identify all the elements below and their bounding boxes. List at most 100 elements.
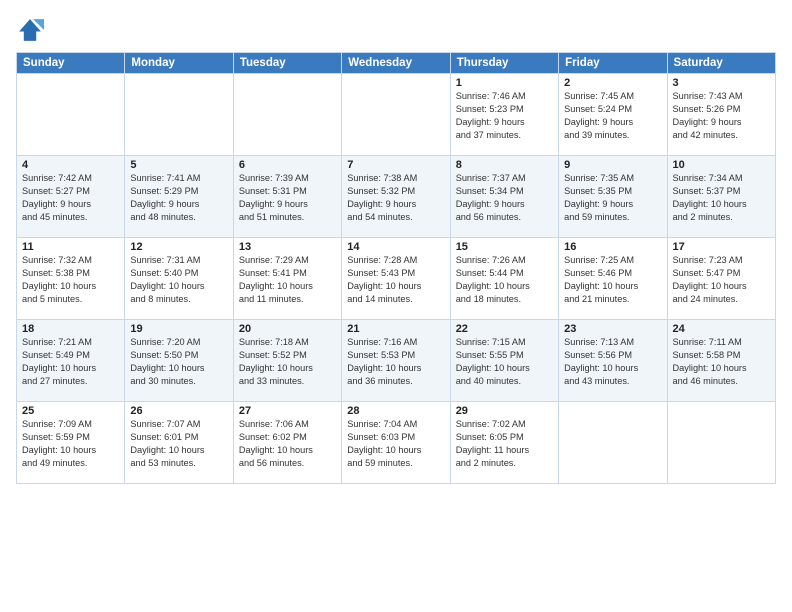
day-info: Sunrise: 7:45 AMSunset: 5:24 PMDaylight:…	[564, 90, 661, 142]
calendar-cell: 22Sunrise: 7:15 AMSunset: 5:55 PMDayligh…	[450, 320, 558, 402]
day-info: Sunrise: 7:28 AMSunset: 5:43 PMDaylight:…	[347, 254, 444, 306]
day-number: 15	[456, 241, 553, 253]
logo	[16, 16, 48, 44]
calendar-week-row: 4Sunrise: 7:42 AMSunset: 5:27 PMDaylight…	[17, 156, 776, 238]
calendar-cell: 10Sunrise: 7:34 AMSunset: 5:37 PMDayligh…	[667, 156, 775, 238]
calendar-cell: 8Sunrise: 7:37 AMSunset: 5:34 PMDaylight…	[450, 156, 558, 238]
day-number: 14	[347, 241, 444, 253]
day-number: 19	[130, 323, 227, 335]
calendar-cell: 19Sunrise: 7:20 AMSunset: 5:50 PMDayligh…	[125, 320, 233, 402]
weekday-header-wednesday: Wednesday	[342, 53, 450, 74]
calendar-cell: 23Sunrise: 7:13 AMSunset: 5:56 PMDayligh…	[559, 320, 667, 402]
calendar-cell: 4Sunrise: 7:42 AMSunset: 5:27 PMDaylight…	[17, 156, 125, 238]
calendar-cell: 21Sunrise: 7:16 AMSunset: 5:53 PMDayligh…	[342, 320, 450, 402]
day-info: Sunrise: 7:25 AMSunset: 5:46 PMDaylight:…	[564, 254, 661, 306]
day-info: Sunrise: 7:23 AMSunset: 5:47 PMDaylight:…	[673, 254, 770, 306]
weekday-header-friday: Friday	[559, 53, 667, 74]
day-number: 22	[456, 323, 553, 335]
day-info: Sunrise: 7:13 AMSunset: 5:56 PMDaylight:…	[564, 336, 661, 388]
calendar-cell: 3Sunrise: 7:43 AMSunset: 5:26 PMDaylight…	[667, 74, 775, 156]
calendar-cell: 11Sunrise: 7:32 AMSunset: 5:38 PMDayligh…	[17, 238, 125, 320]
day-info: Sunrise: 7:43 AMSunset: 5:26 PMDaylight:…	[673, 90, 770, 142]
calendar-cell: 13Sunrise: 7:29 AMSunset: 5:41 PMDayligh…	[233, 238, 341, 320]
calendar-cell: 2Sunrise: 7:45 AMSunset: 5:24 PMDaylight…	[559, 74, 667, 156]
day-info: Sunrise: 7:04 AMSunset: 6:03 PMDaylight:…	[347, 418, 444, 470]
day-number: 8	[456, 159, 553, 171]
day-info: Sunrise: 7:34 AMSunset: 5:37 PMDaylight:…	[673, 172, 770, 224]
day-info: Sunrise: 7:41 AMSunset: 5:29 PMDaylight:…	[130, 172, 227, 224]
calendar-table: SundayMondayTuesdayWednesdayThursdayFrid…	[16, 52, 776, 484]
day-info: Sunrise: 7:26 AMSunset: 5:44 PMDaylight:…	[456, 254, 553, 306]
day-info: Sunrise: 7:15 AMSunset: 5:55 PMDaylight:…	[456, 336, 553, 388]
calendar-week-row: 11Sunrise: 7:32 AMSunset: 5:38 PMDayligh…	[17, 238, 776, 320]
page-header	[16, 16, 776, 44]
day-number: 9	[564, 159, 661, 171]
day-number: 10	[673, 159, 770, 171]
weekday-header-tuesday: Tuesday	[233, 53, 341, 74]
calendar-cell	[559, 402, 667, 484]
calendar-cell: 7Sunrise: 7:38 AMSunset: 5:32 PMDaylight…	[342, 156, 450, 238]
day-number: 2	[564, 77, 661, 89]
calendar-cell: 12Sunrise: 7:31 AMSunset: 5:40 PMDayligh…	[125, 238, 233, 320]
weekday-header-sunday: Sunday	[17, 53, 125, 74]
day-info: Sunrise: 7:21 AMSunset: 5:49 PMDaylight:…	[22, 336, 119, 388]
day-number: 26	[130, 405, 227, 417]
calendar-cell	[233, 74, 341, 156]
day-info: Sunrise: 7:20 AMSunset: 5:50 PMDaylight:…	[130, 336, 227, 388]
calendar-cell: 9Sunrise: 7:35 AMSunset: 5:35 PMDaylight…	[559, 156, 667, 238]
day-number: 18	[22, 323, 119, 335]
weekday-header-saturday: Saturday	[667, 53, 775, 74]
day-info: Sunrise: 7:38 AMSunset: 5:32 PMDaylight:…	[347, 172, 444, 224]
day-number: 1	[456, 77, 553, 89]
calendar-cell: 20Sunrise: 7:18 AMSunset: 5:52 PMDayligh…	[233, 320, 341, 402]
day-info: Sunrise: 7:35 AMSunset: 5:35 PMDaylight:…	[564, 172, 661, 224]
day-number: 24	[673, 323, 770, 335]
calendar-cell: 5Sunrise: 7:41 AMSunset: 5:29 PMDaylight…	[125, 156, 233, 238]
calendar-cell: 28Sunrise: 7:04 AMSunset: 6:03 PMDayligh…	[342, 402, 450, 484]
day-info: Sunrise: 7:37 AMSunset: 5:34 PMDaylight:…	[456, 172, 553, 224]
day-number: 12	[130, 241, 227, 253]
day-number: 3	[673, 77, 770, 89]
day-number: 20	[239, 323, 336, 335]
calendar-week-row: 25Sunrise: 7:09 AMSunset: 5:59 PMDayligh…	[17, 402, 776, 484]
calendar-cell: 26Sunrise: 7:07 AMSunset: 6:01 PMDayligh…	[125, 402, 233, 484]
calendar-cell	[667, 402, 775, 484]
day-info: Sunrise: 7:39 AMSunset: 5:31 PMDaylight:…	[239, 172, 336, 224]
calendar-week-row: 18Sunrise: 7:21 AMSunset: 5:49 PMDayligh…	[17, 320, 776, 402]
day-number: 16	[564, 241, 661, 253]
calendar-cell: 17Sunrise: 7:23 AMSunset: 5:47 PMDayligh…	[667, 238, 775, 320]
day-info: Sunrise: 7:29 AMSunset: 5:41 PMDaylight:…	[239, 254, 336, 306]
day-info: Sunrise: 7:09 AMSunset: 5:59 PMDaylight:…	[22, 418, 119, 470]
day-number: 7	[347, 159, 444, 171]
calendar-cell: 14Sunrise: 7:28 AMSunset: 5:43 PMDayligh…	[342, 238, 450, 320]
calendar-cell: 1Sunrise: 7:46 AMSunset: 5:23 PMDaylight…	[450, 74, 558, 156]
day-info: Sunrise: 7:18 AMSunset: 5:52 PMDaylight:…	[239, 336, 336, 388]
weekday-header-thursday: Thursday	[450, 53, 558, 74]
calendar-cell: 24Sunrise: 7:11 AMSunset: 5:58 PMDayligh…	[667, 320, 775, 402]
day-info: Sunrise: 7:16 AMSunset: 5:53 PMDaylight:…	[347, 336, 444, 388]
weekday-header-monday: Monday	[125, 53, 233, 74]
calendar-cell: 6Sunrise: 7:39 AMSunset: 5:31 PMDaylight…	[233, 156, 341, 238]
calendar-cell	[342, 74, 450, 156]
day-number: 23	[564, 323, 661, 335]
day-info: Sunrise: 7:46 AMSunset: 5:23 PMDaylight:…	[456, 90, 553, 142]
calendar-cell: 15Sunrise: 7:26 AMSunset: 5:44 PMDayligh…	[450, 238, 558, 320]
day-info: Sunrise: 7:32 AMSunset: 5:38 PMDaylight:…	[22, 254, 119, 306]
day-number: 5	[130, 159, 227, 171]
day-info: Sunrise: 7:02 AMSunset: 6:05 PMDaylight:…	[456, 418, 553, 470]
calendar-cell: 25Sunrise: 7:09 AMSunset: 5:59 PMDayligh…	[17, 402, 125, 484]
day-info: Sunrise: 7:42 AMSunset: 5:27 PMDaylight:…	[22, 172, 119, 224]
day-number: 29	[456, 405, 553, 417]
calendar-cell: 16Sunrise: 7:25 AMSunset: 5:46 PMDayligh…	[559, 238, 667, 320]
page-container: SundayMondayTuesdayWednesdayThursdayFrid…	[0, 0, 792, 612]
day-number: 17	[673, 241, 770, 253]
day-info: Sunrise: 7:31 AMSunset: 5:40 PMDaylight:…	[130, 254, 227, 306]
day-number: 6	[239, 159, 336, 171]
day-number: 25	[22, 405, 119, 417]
day-number: 11	[22, 241, 119, 253]
day-info: Sunrise: 7:07 AMSunset: 6:01 PMDaylight:…	[130, 418, 227, 470]
weekday-header-row: SundayMondayTuesdayWednesdayThursdayFrid…	[17, 53, 776, 74]
day-number: 13	[239, 241, 336, 253]
calendar-week-row: 1Sunrise: 7:46 AMSunset: 5:23 PMDaylight…	[17, 74, 776, 156]
calendar-cell: 29Sunrise: 7:02 AMSunset: 6:05 PMDayligh…	[450, 402, 558, 484]
